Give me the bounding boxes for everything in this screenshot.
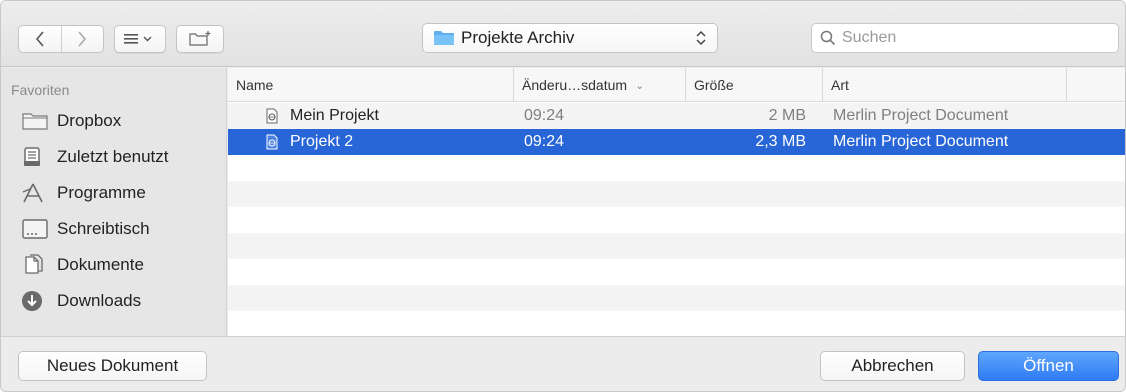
applications-icon — [21, 181, 51, 205]
new-folder-icon — [189, 31, 211, 46]
new-folder-button[interactable] — [176, 25, 224, 53]
column-header-size[interactable]: Größe — [685, 68, 822, 102]
recents-icon — [21, 145, 51, 169]
file-size: 2,3 MB — [755, 133, 806, 150]
search-icon — [820, 30, 836, 46]
navigation-buttons — [18, 25, 104, 53]
file-name: Mein Projekt — [290, 107, 379, 124]
column-header-name[interactable]: Name — [228, 68, 513, 102]
sidebar-item-label: Dropbox — [57, 111, 122, 130]
empty-row — [228, 181, 1125, 207]
sidebar-item-recents[interactable]: Zuletzt benutzt — [21, 142, 169, 172]
open-dialog: Projekte Archiv Favoriten Dropbox — [0, 0, 1126, 392]
column-header-label: Änderu…sdatum — [522, 77, 628, 93]
merlin-document-icon — [266, 108, 278, 124]
back-button[interactable] — [19, 26, 61, 52]
table-row-selected[interactable]: Projekt 2 09:24 2,3 MB Merlin Project Do… — [228, 129, 1125, 155]
sidebar: Favoriten Dropbox Zuletzt benutzt Progra… — [1, 68, 227, 336]
sidebar-item-label: Zuletzt benutzt — [57, 147, 169, 166]
empty-row — [228, 233, 1125, 259]
sidebar-item-label: Schreibtisch — [57, 219, 150, 238]
location-popup[interactable]: Projekte Archiv — [422, 23, 718, 53]
column-header-label: Größe — [694, 77, 734, 93]
empty-row — [228, 285, 1125, 311]
updown-chevron-icon — [696, 30, 706, 46]
downloads-icon — [21, 289, 51, 313]
file-date: 09:24 — [524, 107, 565, 124]
search-field[interactable] — [811, 23, 1119, 53]
forward-button[interactable] — [60, 26, 104, 52]
file-size: 2 MB — [768, 107, 806, 124]
file-date: 09:24 — [524, 133, 565, 150]
list-header: Name Änderu…sdatum ⌄ Größe Art — [228, 68, 1125, 102]
dialog-footer: Neues Dokument Abbrechen Öffnen — [1, 336, 1125, 391]
chevron-right-icon — [78, 31, 87, 47]
desktop-icon — [21, 217, 51, 241]
sidebar-item-label: Downloads — [57, 291, 142, 310]
file-name: Projekt 2 — [290, 133, 354, 150]
sidebar-item-dropbox[interactable]: Dropbox — [21, 106, 121, 136]
file-list: Name Änderu…sdatum ⌄ Größe Art Mein Proj… — [228, 68, 1125, 336]
chevron-left-icon — [35, 31, 44, 47]
column-header-label: Art — [831, 77, 849, 93]
empty-row — [228, 155, 1125, 181]
cancel-button[interactable]: Abbrechen — [820, 351, 965, 381]
table-row[interactable]: Mein Projekt 09:24 2 MB Merlin Project D… — [228, 103, 1125, 129]
sidebar-section-title: Favoriten — [11, 82, 70, 98]
column-header-date[interactable]: Änderu…sdatum ⌄ — [513, 68, 685, 102]
open-button[interactable]: Öffnen — [978, 351, 1119, 381]
column-header-empty — [1066, 68, 1125, 102]
empty-row — [228, 259, 1125, 285]
view-options-button[interactable] — [114, 25, 166, 53]
file-kind: Merlin Project Document — [833, 107, 1009, 124]
sidebar-item-downloads[interactable]: Downloads — [21, 286, 141, 316]
sidebar-item-desktop[interactable]: Schreibtisch — [21, 214, 150, 244]
sidebar-item-label: Programme — [57, 183, 146, 202]
merlin-document-icon — [266, 134, 278, 150]
column-header-kind[interactable]: Art — [822, 68, 1066, 102]
new-document-button[interactable]: Neues Dokument — [18, 351, 207, 381]
sort-chevron-icon: ⌄ — [635, 79, 645, 92]
location-label: Projekte Archiv — [461, 28, 575, 47]
file-kind: Merlin Project Document — [833, 133, 1009, 150]
column-header-label: Name — [236, 77, 274, 93]
empty-row — [228, 311, 1125, 336]
sidebar-item-documents[interactable]: Dokumente — [21, 250, 144, 280]
folder-icon — [434, 31, 454, 45]
empty-row — [228, 207, 1125, 233]
search-input[interactable] — [842, 29, 1102, 47]
folder-icon — [21, 109, 51, 133]
list-view-icon — [124, 34, 152, 44]
toolbar: Projekte Archiv — [1, 1, 1125, 67]
documents-icon — [21, 253, 51, 277]
sidebar-item-label: Dokumente — [57, 255, 144, 274]
sidebar-item-applications[interactable]: Programme — [21, 178, 146, 208]
